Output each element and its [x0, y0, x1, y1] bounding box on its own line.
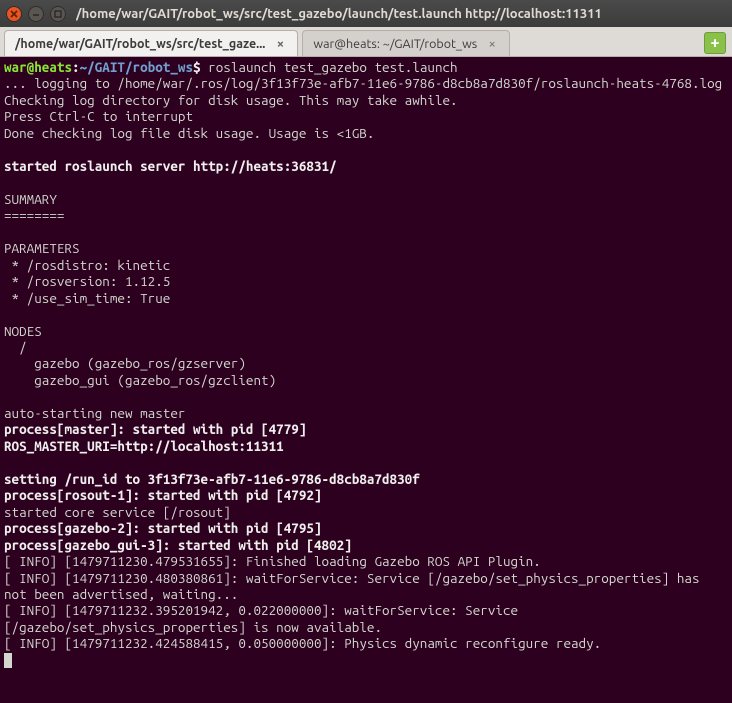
window-close-button[interactable]	[6, 6, 22, 22]
plus-icon: +	[710, 34, 719, 52]
log-line: * /rosdistro: kinetic	[4, 257, 170, 273]
log-line: [ INFO] [1479711232.424588415, 0.0500000…	[4, 635, 601, 651]
terminal-output[interactable]: war@heats:~/GAIT/robot_ws$ roslaunch tes…	[0, 57, 732, 703]
log-line: [ INFO] [1479711230.479531655]: Finished…	[4, 553, 541, 569]
log-line: gazebo_gui (gazebo_ros/gzclient)	[4, 372, 276, 388]
window-titlebar: /home/war/GAIT/robot_ws/src/test_gazebo/…	[0, 0, 732, 27]
log-line: ========	[4, 207, 64, 223]
log-line: [ INFO] [1479711230.480380861]: waitForS…	[4, 570, 707, 602]
log-line: process[gazebo_gui-3]: started with pid …	[4, 537, 352, 553]
log-line: ... logging to /home/war/.ros/log/3f13f7…	[4, 75, 722, 91]
close-icon	[10, 10, 18, 18]
tab-bar: /home/war/GAIT/robot_ws/src/test_gaze...…	[0, 27, 732, 57]
maximize-icon	[54, 10, 62, 18]
log-line: process[gazebo-2]: started with pid [479…	[4, 520, 322, 536]
log-line: process[master]: started with pid [4779]	[4, 421, 306, 437]
terminal-cursor	[4, 653, 12, 668]
log-line: gazebo (gazebo_ros/gzserver)	[4, 355, 246, 371]
tab-1[interactable]: /home/war/GAIT/robot_ws/src/test_gaze...…	[4, 30, 298, 56]
window-title: /home/war/GAIT/robot_ws/src/test_gazebo/…	[76, 7, 602, 21]
log-line: NODES	[4, 323, 42, 339]
tab-2-label: war@heats: ~/GAIT/robot_ws	[313, 37, 477, 51]
log-line: * /use_sim_time: True	[4, 290, 170, 306]
log-line: Press Ctrl-C to interrupt	[4, 108, 193, 124]
log-line: auto-starting new master	[4, 405, 185, 421]
log-line: setting /run_id to 3f13f73e-afb7-11e6-97…	[4, 471, 420, 487]
prompt-sep: :	[72, 59, 80, 75]
log-line: started roslaunch server http://heats:36…	[4, 158, 337, 174]
log-line: Done checking log file disk usage. Usage…	[4, 125, 374, 141]
log-line: Checking log directory for disk usage. T…	[4, 92, 458, 108]
log-line: [ INFO] [1479711232.395201942, 0.0220000…	[4, 602, 526, 634]
log-line: /	[4, 339, 27, 355]
log-line: process[rosout-1]: started with pid [479…	[4, 487, 322, 503]
prompt-path: ~/GAIT/robot_ws	[80, 59, 193, 75]
window-minimize-button[interactable]	[28, 6, 44, 22]
log-line: * /rosversion: 1.12.5	[4, 273, 170, 289]
prompt-user-host: war@heats	[4, 59, 72, 75]
tab-2[interactable]: war@heats: ~/GAIT/robot_ws ×	[302, 30, 510, 56]
window-maximize-button[interactable]	[50, 6, 66, 22]
log-line: SUMMARY	[4, 191, 57, 207]
command-text: roslaunch test_gazebo test.launch	[208, 59, 457, 75]
log-line: PARAMETERS	[4, 240, 80, 256]
tab-2-close[interactable]: ×	[485, 37, 499, 51]
tab-1-label: /home/war/GAIT/robot_ws/src/test_gaze...	[15, 37, 265, 51]
log-line: started core service [/rosout]	[4, 504, 231, 520]
tab-1-close[interactable]: ×	[273, 37, 287, 51]
minimize-icon	[32, 10, 40, 18]
prompt-dollar: $	[193, 59, 201, 75]
new-tab-button[interactable]: +	[704, 32, 726, 54]
log-line: ROS_MASTER_URI=http://localhost:11311	[4, 438, 284, 454]
